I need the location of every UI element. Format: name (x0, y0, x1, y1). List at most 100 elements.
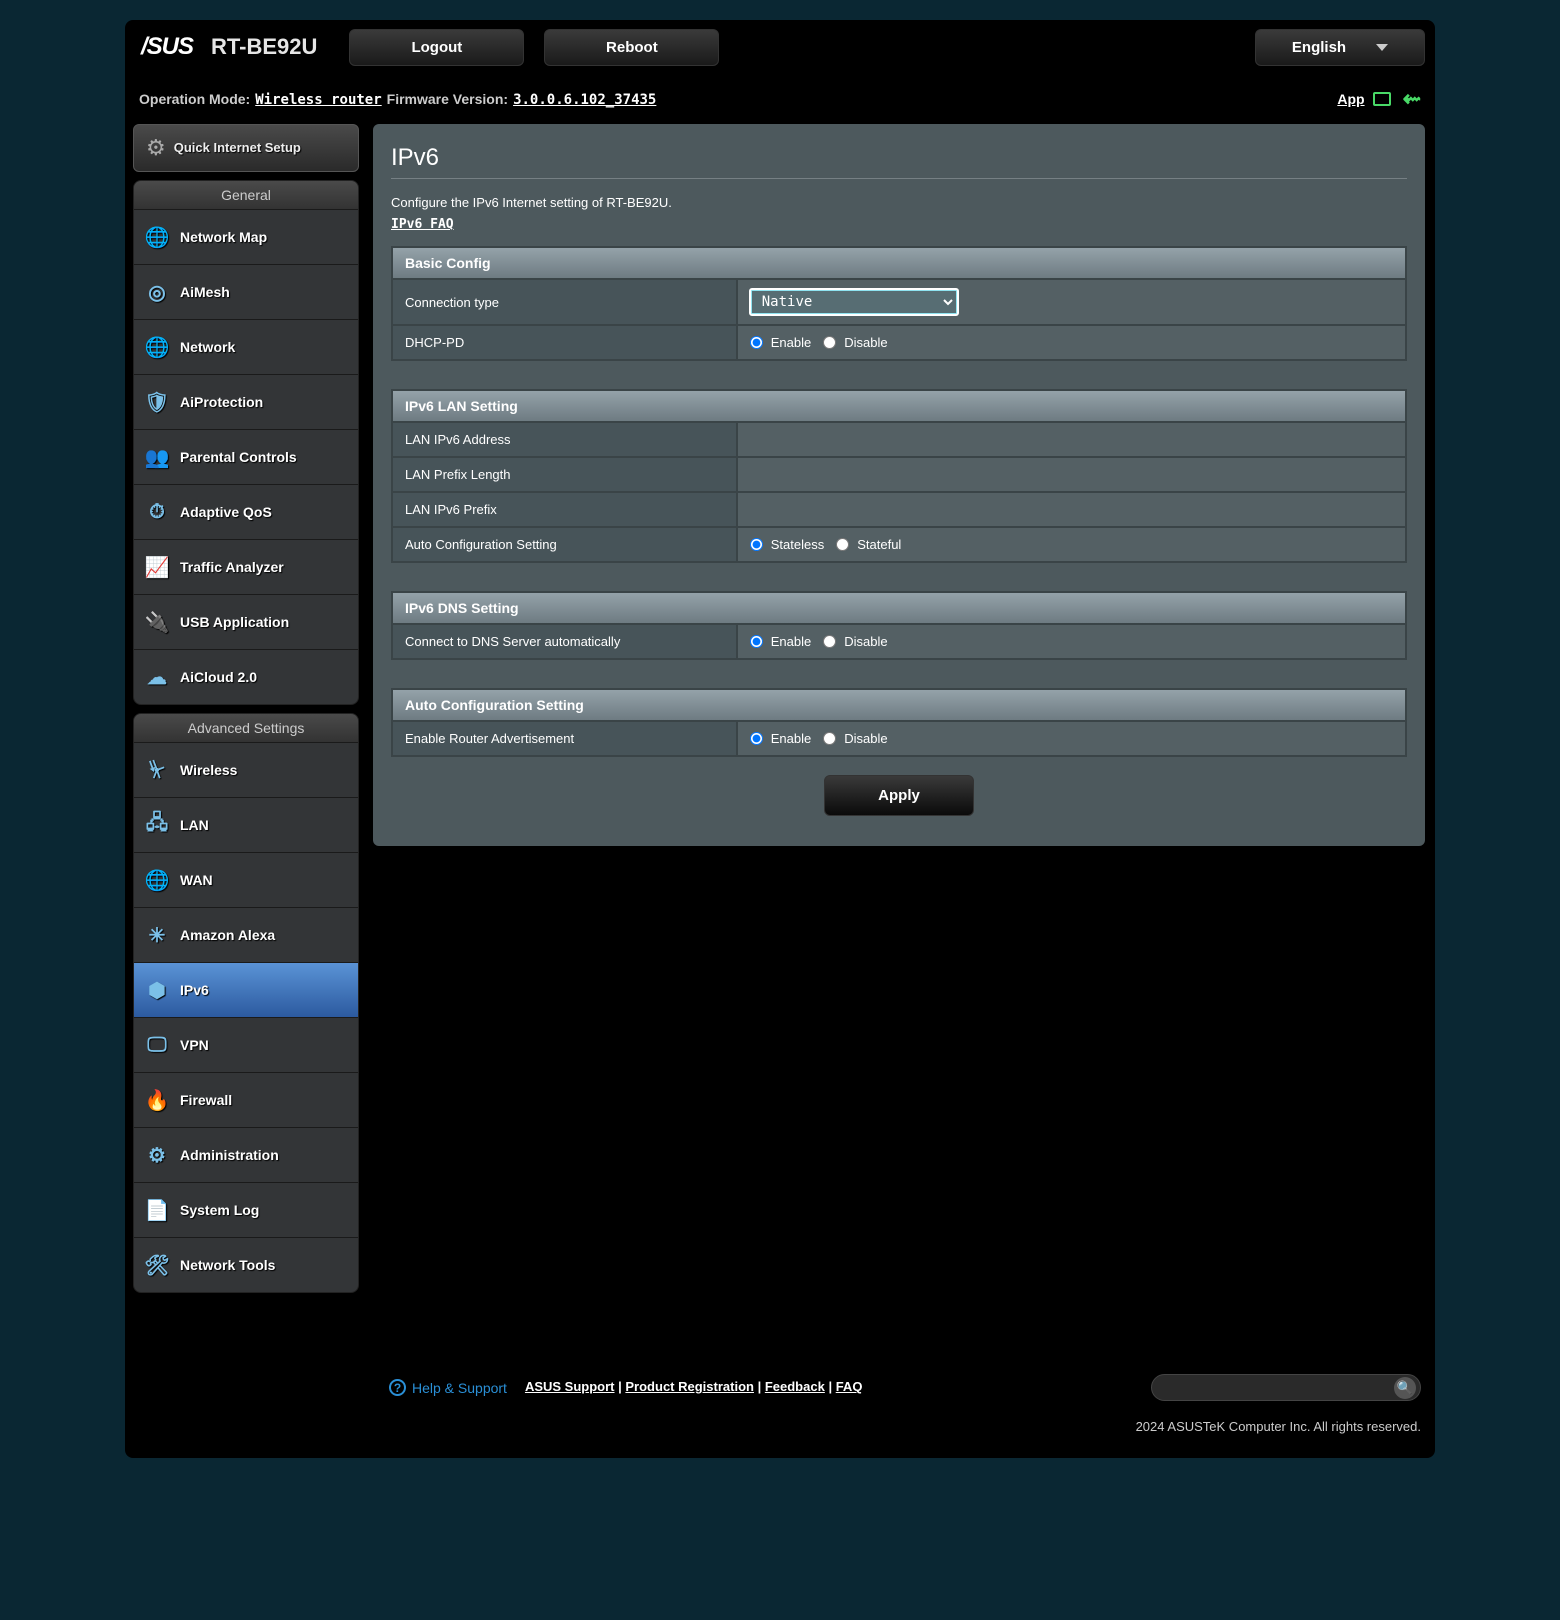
cloud-icon: ☁ (144, 664, 170, 690)
auto-config-setting-label: Auto Configuration Setting (392, 527, 737, 562)
globe2-icon: 🌐 (144, 334, 170, 360)
product-registration-link[interactable]: Product Registration (625, 1379, 754, 1394)
app-link[interactable]: App (1337, 91, 1364, 107)
dns-disable-radio[interactable] (823, 635, 836, 648)
feedback-link[interactable]: Feedback (765, 1379, 825, 1394)
lan-ipv6-prefix-value (737, 492, 1406, 527)
vpn-icon: 🖵 (144, 1032, 170, 1058)
dns-enable-radio[interactable] (750, 635, 763, 648)
sidebar-item-vpn[interactable]: 🖵VPN (134, 1017, 358, 1072)
stateful-radio[interactable] (836, 538, 849, 551)
language-select[interactable]: English (1255, 29, 1425, 66)
op-mode-link[interactable]: Wireless router (255, 92, 381, 108)
sidebar-item-ipv6[interactable]: ⬢ IPv6 (134, 962, 358, 1017)
menu-item-label: USB Application (180, 614, 289, 630)
sidebar-item-network[interactable]: 🌐Network (134, 319, 358, 374)
tools-icon: 🛠 (144, 1252, 170, 1278)
alexa-icon: ✳ (144, 922, 170, 948)
basic-config-header: Basic Config (392, 247, 1406, 279)
sidebar-item-aimesh[interactable]: ◎ AiMesh (134, 264, 358, 319)
sidebar-item-system-log[interactable]: 📄System Log (134, 1182, 358, 1237)
app-icon[interactable] (1373, 92, 1391, 106)
sidebar-item-aiprotection[interactable]: 🛡AiProtection (134, 374, 358, 429)
menu-item-label: Wireless (180, 762, 237, 778)
ipv6-faq-link[interactable]: IPv6 FAQ (391, 217, 454, 232)
qis-label: Quick Internet Setup (174, 140, 301, 156)
menu-item-label: Parental Controls (180, 449, 297, 465)
lan-ipv6-address-value (737, 422, 1406, 457)
gear-icon: ⚙ (146, 135, 166, 161)
gauge-icon: ⏱ (144, 499, 170, 525)
sidebar-item-wan[interactable]: 🌐 WAN (134, 852, 358, 907)
menu-item-label: Administration (180, 1147, 279, 1163)
lan-ipv6-address-label: LAN IPv6 Address (392, 422, 737, 457)
brand-logo: /SUS (135, 33, 199, 61)
help-support-link[interactable]: Help & Support (412, 1380, 507, 1396)
quick-internet-setup[interactable]: ⚙ Quick Internet Setup (133, 124, 359, 172)
title-separator (391, 178, 1407, 179)
menu-item-label: Network Map (180, 229, 267, 245)
lan-icon: 🖧 (144, 812, 170, 838)
stateless-radio[interactable] (750, 538, 763, 551)
menu-general-title: General (134, 181, 358, 209)
search-input[interactable] (1164, 1380, 1394, 1395)
sidebar-item-adaptive-qos[interactable]: ⏱Adaptive QoS (134, 484, 358, 539)
sidebar-item-amazon-alexa[interactable]: ✳Amazon Alexa (134, 907, 358, 962)
sidebar-item-wireless[interactable]: ⏧ Wireless (134, 742, 358, 797)
ipv6-dns-header: IPv6 DNS Setting (392, 592, 1406, 624)
logout-button[interactable]: Logout (349, 29, 524, 66)
search-button[interactable]: 🔍 (1394, 1377, 1416, 1399)
main-panel: IPv6 Configure the IPv6 Internet setting… (373, 124, 1425, 846)
menu-item-label: AiCloud 2.0 (180, 669, 257, 685)
dhcp-pd-enable-radio[interactable] (750, 336, 763, 349)
fw-version-link[interactable]: 3.0.0.6.102_37435 (513, 92, 656, 108)
apply-button[interactable]: Apply (824, 775, 974, 816)
dhcp-pd-label: DHCP-PD (392, 325, 737, 360)
menu-item-label: Network Tools (180, 1257, 275, 1273)
sidebar-item-traffic-analyzer[interactable]: 📈Traffic Analyzer (134, 539, 358, 594)
wifi-icon: ⏧ (144, 757, 170, 783)
menu-item-label: AiMesh (180, 284, 230, 300)
footer: ? Help & Support ASUS Support | Product … (125, 1364, 1435, 1458)
basic-config-table: Basic Config Connection type Native DHCP… (391, 246, 1407, 361)
menu-item-label: System Log (180, 1202, 259, 1218)
dhcp-pd-disable-radio[interactable] (823, 336, 836, 349)
asus-support-link[interactable]: ASUS Support (525, 1379, 615, 1394)
sidebar-item-lan[interactable]: 🖧 LAN (134, 797, 358, 852)
footer-links: ASUS Support | Product Registration | Fe… (525, 1378, 862, 1396)
product-name: RT-BE92U (211, 34, 317, 60)
menu-item-label: WAN (180, 872, 213, 888)
sidebar-item-aicloud-2-0[interactable]: ☁ AiCloud 2.0 (134, 649, 358, 704)
fire-icon: 🔥 (144, 1087, 170, 1113)
family-icon: 👥 (144, 444, 170, 470)
sidebar-item-firewall[interactable]: 🔥Firewall (134, 1072, 358, 1127)
ipv6-icon: ⬢ (144, 977, 170, 1003)
sidebar-item-network-tools[interactable]: 🛠 Network Tools (134, 1237, 358, 1292)
sidebar-item-parental-controls[interactable]: 👥 Parental Controls (134, 429, 358, 484)
enable-label: Enable (771, 335, 811, 350)
mesh-icon: ◎ (144, 279, 170, 305)
dns-auto-label: Connect to DNS Server automatically (392, 624, 737, 659)
ra-disable-radio[interactable] (823, 732, 836, 745)
ipv6-lan-header: IPv6 LAN Setting (392, 390, 1406, 422)
globe3-icon: 🌐 (144, 867, 170, 893)
menu-general: General 🌐 Network Map ◎ AiMesh 🌐Network🛡AiPr… (133, 180, 359, 705)
ra-enable-radio[interactable] (750, 732, 763, 745)
menu-item-label: IPv6 (180, 982, 209, 998)
usb-icon: 🔌 (144, 609, 170, 635)
router-adv-label: Enable Router Advertisement (392, 721, 737, 756)
globe-icon: 🌐 (144, 224, 170, 250)
help-icon: ? (389, 1379, 406, 1396)
lan-prefix-length-label: LAN Prefix Length (392, 457, 737, 492)
search-box[interactable]: 🔍 (1151, 1374, 1421, 1401)
connection-type-select[interactable]: Native (750, 289, 958, 315)
sidebar-item-administration[interactable]: ⚙Administration (134, 1127, 358, 1182)
header-bar: /SUS RT-BE92U Logout Reboot English (125, 20, 1435, 74)
usb-icon[interactable]: ⇜ (1403, 86, 1421, 112)
sidebar-item-usb-application[interactable]: 🔌 USB Application (134, 594, 358, 649)
sidebar-item-network-map[interactable]: 🌐 Network Map (134, 209, 358, 264)
reboot-button[interactable]: Reboot (544, 29, 719, 66)
faq-link[interactable]: FAQ (836, 1379, 863, 1394)
menu-item-label: LAN (180, 817, 209, 833)
language-label: English (1292, 39, 1346, 56)
